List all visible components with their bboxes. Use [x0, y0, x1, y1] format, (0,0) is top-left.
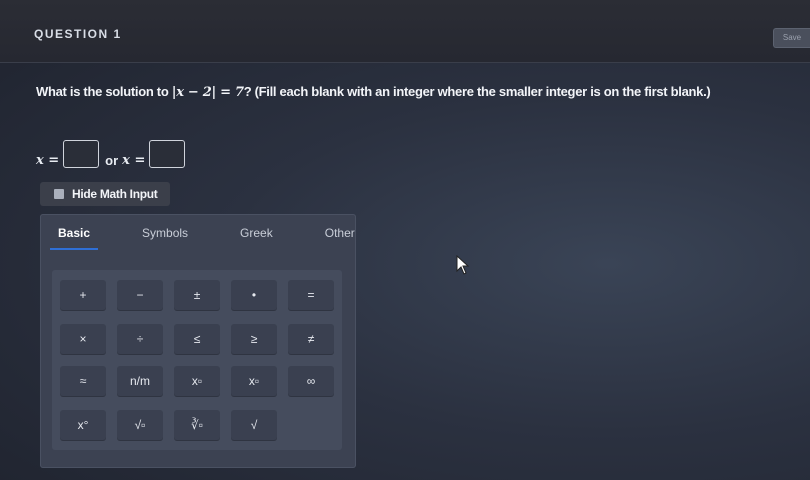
key-equals[interactable]: = [288, 280, 334, 310]
key-divide[interactable]: ÷ [117, 324, 163, 354]
answer-blank-2[interactable] [149, 140, 186, 168]
key-square-root[interactable]: √▫ [117, 410, 163, 440]
save-answer-button[interactable]: Save [773, 28, 810, 48]
key-greater-equal[interactable]: ≥ [231, 324, 277, 354]
question-suffix: ? (Fill each blank with an integer where… [243, 84, 711, 99]
tab-greek[interactable]: Greek [232, 226, 281, 256]
answer-var-label-2: x = [122, 153, 146, 168]
key-minus[interactable]: − [117, 280, 163, 310]
key-degree[interactable]: x° [60, 410, 106, 440]
key-fraction[interactable]: n/m [117, 366, 163, 396]
question-text: What is the solution to |x − 2| = 7? (Fi… [36, 84, 711, 100]
key-dot[interactable]: • [231, 280, 277, 310]
math-input-panel: Basic Symbols Greek Other + − ± • = × ÷ … [40, 214, 356, 468]
tab-symbols[interactable]: Symbols [134, 226, 196, 256]
key-radical[interactable]: √ [231, 410, 277, 440]
key-times[interactable]: × [60, 324, 106, 354]
key-approx[interactable]: ≈ [60, 366, 106, 396]
key-superscript[interactable]: x▫ [231, 366, 277, 396]
mouse-pointer-icon [456, 255, 470, 275]
key-infinity[interactable]: ∞ [288, 366, 334, 396]
tab-other[interactable]: Other [317, 226, 363, 256]
question-equation: |x − 2| = 7 [171, 85, 244, 100]
key-subscript[interactable]: x▫ [174, 366, 220, 396]
key-plus[interactable]: + [60, 280, 106, 310]
hide-math-input-button[interactable]: Hide Math Input [40, 182, 170, 206]
keyboard-icon [54, 189, 64, 199]
math-keypad: + − ± • = × ÷ ≤ ≥ ≠ ≈ n/m x▫ x▫ ∞ x° √▫ … [52, 270, 342, 450]
key-less-equal[interactable]: ≤ [174, 324, 220, 354]
question-header: QUESTION 1 Save [0, 0, 810, 63]
answer-row: x = or x = [36, 136, 191, 168]
answer-or-label: or [105, 153, 119, 168]
key-plus-minus[interactable]: ± [174, 280, 220, 310]
tab-basic[interactable]: Basic [50, 226, 99, 256]
key-nth-root[interactable]: ∛▫ [174, 410, 220, 440]
question-number-label: QUESTION 1 [34, 27, 122, 41]
answer-blank-1[interactable] [63, 140, 100, 168]
math-input-tabs: Basic Symbols Greek Other [50, 226, 399, 256]
key-not-equal[interactable]: ≠ [288, 324, 334, 354]
question-prefix: What is the solution to [36, 84, 172, 99]
answer-var-label-1: x = [36, 153, 60, 168]
hide-math-input-label: Hide Math Input [72, 187, 158, 201]
